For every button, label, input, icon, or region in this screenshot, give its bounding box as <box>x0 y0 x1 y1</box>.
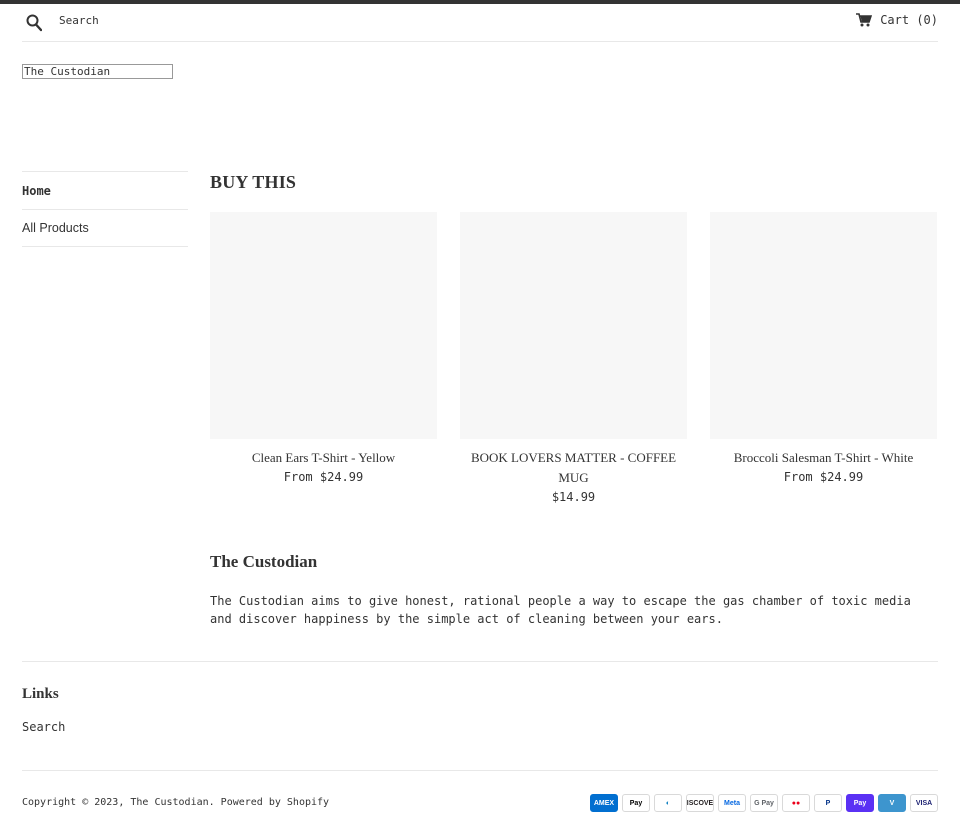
sidebar-nav: Home All Products <box>22 171 188 247</box>
meta-pay-icon: Meta <box>718 794 746 812</box>
copyright-text: Copyright © 2023, The Custodian. Powered… <box>22 797 330 808</box>
product-price: From $24.99 <box>783 470 864 484</box>
search-icon[interactable] <box>26 14 42 32</box>
collection-title: BUY THIS <box>210 172 297 192</box>
product-image[interactable] <box>460 212 687 439</box>
visa-icon: VISA <box>910 794 938 812</box>
product-image[interactable] <box>710 212 937 439</box>
search-input[interactable]: Search <box>59 14 99 27</box>
footer-divider <box>22 770 938 771</box>
product-card[interactable]: Clean Ears T-Shirt - Yellow From $24.99 <box>210 212 437 486</box>
about-text: The Custodian aims to give honest, ratio… <box>210 594 911 626</box>
product-card[interactable]: Broccoli Salesman T-Shirt - White From $… <box>710 212 937 486</box>
product-price: $14.99 <box>551 490 596 504</box>
about-title: The Custodian <box>210 552 318 571</box>
site-logo[interactable]: The Custodian <box>22 64 173 79</box>
paypal-icon: P <box>814 794 842 812</box>
cart-icon <box>856 13 873 27</box>
footer-links-title: Links <box>22 686 59 702</box>
product-card[interactable]: BOOK LOVERS MATTER - COFFEE MUG $14.99 <box>460 212 687 506</box>
site-header: Search Cart (0) <box>22 4 938 42</box>
sidebar-item-home[interactable]: Home <box>22 171 188 209</box>
product-title[interactable]: BOOK LOVERS MATTER - COFFEE MUG <box>460 448 687 488</box>
apple-pay-icon: Pay <box>622 794 650 812</box>
diners-club-icon: ◐ <box>654 794 682 812</box>
product-title[interactable]: Broccoli Salesman T-Shirt - White <box>710 448 937 468</box>
discover-icon: DISCOVER <box>686 794 714 812</box>
footer-divider <box>22 661 938 662</box>
mastercard-icon: ●● <box>782 794 810 812</box>
venmo-icon: V <box>878 794 906 812</box>
google-pay-icon: G Pay <box>750 794 778 812</box>
footer-link-search[interactable]: Search <box>22 720 65 734</box>
product-title[interactable]: Clean Ears T-Shirt - Yellow <box>210 448 437 468</box>
cart-link[interactable]: Cart (0) <box>856 13 938 27</box>
product-price: From $24.99 <box>283 470 364 484</box>
shop-pay-icon: Pay <box>846 794 874 812</box>
product-image[interactable] <box>210 212 437 439</box>
cart-label: Cart (0) <box>880 13 938 27</box>
payment-icons: AMEXPay◐DISCOVERMetaG Pay●●PPayVVISA <box>590 794 938 812</box>
sidebar-item-all-products[interactable]: All Products <box>22 209 188 247</box>
amex-icon: AMEX <box>590 794 618 812</box>
